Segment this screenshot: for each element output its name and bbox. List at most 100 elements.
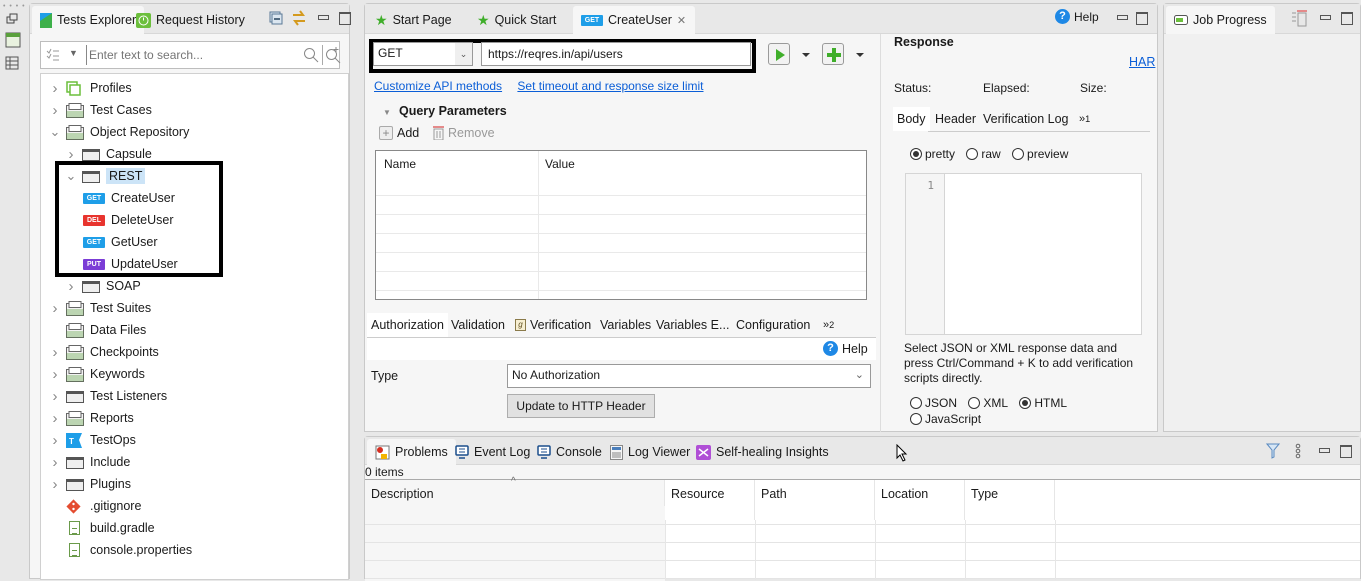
har-link[interactable]: HAR	[1129, 55, 1155, 69]
tree-item[interactable]: › Plugins	[49, 474, 132, 494]
tree-item[interactable]: › Include	[49, 452, 131, 472]
advanced-search-icon[interactable]	[325, 46, 341, 64]
column-header-resource[interactable]: Resource	[665, 480, 755, 520]
table-row[interactable]	[376, 214, 866, 215]
maximize-button[interactable]	[1341, 12, 1353, 25]
tree-item[interactable]: › Keywords	[49, 364, 145, 384]
chevron-right-icon[interactable]: ›	[49, 344, 61, 361]
add-param-button[interactable]: + Add	[379, 126, 419, 140]
update-http-header-button[interactable]: Update to HTTP Header	[507, 394, 655, 418]
column-header-location[interactable]: Location	[875, 480, 965, 520]
column-header-value[interactable]: Value	[545, 157, 575, 171]
chevron-right-icon[interactable]: ›	[49, 300, 61, 317]
radio-json[interactable]: JSON	[910, 396, 957, 410]
subtab-variables[interactable]: Variables	[596, 313, 655, 337]
subtab-overflow[interactable]: » 2	[819, 313, 838, 337]
link-with-editor-icon[interactable]	[291, 9, 307, 27]
chevron-right-icon[interactable]: ›	[49, 388, 61, 405]
subtab-verification[interactable]: g Verification	[511, 313, 595, 337]
chevron-right-icon[interactable]: ›	[49, 454, 61, 471]
maximize-button[interactable]	[1136, 12, 1148, 25]
radio-raw[interactable]: raw	[966, 147, 1001, 161]
response-body-editor[interactable]: 1	[905, 173, 1142, 335]
filter-dropdown-icon[interactable]: ▼	[69, 48, 78, 58]
tab-job-progress[interactable]: Job Progress	[1166, 6, 1275, 34]
response-tab-verification-log[interactable]: Verification Log	[979, 107, 1072, 131]
collapse-triangle-icon[interactable]: ▼	[383, 108, 391, 117]
tab-request-history[interactable]: Request History	[128, 6, 253, 34]
maximize-button[interactable]	[1340, 445, 1352, 458]
response-tab-header[interactable]: Header	[931, 107, 980, 131]
tree-item[interactable]: › SOAP	[65, 276, 141, 296]
tree-item[interactable]: Data Files	[49, 320, 146, 340]
minimize-button[interactable]	[1319, 12, 1331, 24]
tree-item[interactable]: › Profiles	[49, 78, 132, 98]
response-tab-overflow[interactable]: » 1	[1075, 107, 1094, 131]
radio-javascript[interactable]: JavaScript	[910, 412, 981, 426]
tab-console[interactable]: Console	[529, 439, 610, 465]
url-input[interactable]: https://reqres.in/api/users	[481, 42, 751, 66]
method-select[interactable]: GET ⌄	[373, 42, 473, 66]
tree-item[interactable]: build.gradle	[49, 518, 155, 538]
help-button[interactable]: ? Help	[1055, 9, 1099, 24]
tree-item[interactable]: › Test Suites	[49, 298, 152, 318]
radio-preview[interactable]: preview	[1012, 147, 1068, 161]
table-row[interactable]	[365, 524, 1360, 525]
column-header-name[interactable]: Name	[384, 157, 416, 171]
restore-icon[interactable]	[5, 12, 19, 26]
subtab-configuration[interactable]: Configuration	[732, 313, 814, 337]
table-row[interactable]	[376, 271, 866, 272]
chevron-right-icon[interactable]: ›	[49, 410, 61, 427]
chevron-right-icon[interactable]: ›	[49, 80, 61, 97]
tab-self-healing-insights[interactable]: Self-healing Insights	[688, 439, 837, 465]
set-timeout-link[interactable]: Set timeout and response size limit	[517, 79, 703, 93]
minimize-button[interactable]	[1318, 445, 1330, 457]
table-icon[interactable]	[5, 56, 19, 70]
trim-grip[interactable]: • • • •	[3, 3, 26, 10]
column-header-type[interactable]: Type	[965, 480, 1055, 520]
remove-param-button[interactable]: Remove	[433, 126, 495, 140]
add-dropdown-icon[interactable]	[856, 53, 864, 57]
table-row[interactable]	[376, 290, 866, 291]
chevron-right-icon[interactable]: ›	[65, 278, 77, 295]
table-row[interactable]	[365, 560, 1360, 561]
table-row[interactable]	[365, 542, 1360, 543]
search-input[interactable]	[89, 46, 299, 64]
tree-item[interactable]: › Test Cases	[49, 100, 152, 120]
chevron-right-icon[interactable]: ›	[49, 432, 61, 449]
run-button[interactable]	[768, 43, 790, 65]
clear-jobs-icon[interactable]	[1292, 9, 1308, 27]
radio-xml[interactable]: XML	[968, 396, 1008, 410]
tab-problems[interactable]: Problems	[367, 439, 456, 465]
tree-item[interactable]: console.properties	[49, 540, 192, 560]
subtab-validation[interactable]: Validation	[447, 313, 509, 337]
chevron-right-icon[interactable]: ›	[65, 146, 77, 163]
chevron-right-icon[interactable]: ›	[49, 366, 61, 383]
minimize-button[interactable]	[317, 12, 329, 24]
auth-type-select[interactable]: No Authorization ⌄	[507, 364, 871, 388]
filter-list-icon[interactable]	[46, 48, 60, 62]
tab-quick-start[interactable]: ★ Quick Start	[469, 6, 564, 34]
table-row[interactable]	[376, 252, 866, 253]
tree-item[interactable]: › Reports	[49, 408, 134, 428]
collapse-all-icon[interactable]	[269, 11, 283, 25]
tab-createuser[interactable]: GET CreateUser ✕	[573, 6, 695, 34]
keywords-icon[interactable]	[5, 32, 21, 48]
tab-event-log[interactable]: Event Log	[447, 439, 538, 465]
tree-item[interactable]: › T TestOps	[49, 430, 136, 450]
filter-icon[interactable]	[1266, 443, 1280, 459]
run-dropdown-icon[interactable]	[802, 53, 810, 57]
auth-help-button[interactable]: ? Help	[823, 341, 868, 356]
table-row[interactable]	[376, 195, 866, 196]
tree-item[interactable]: .gitignore	[49, 496, 141, 516]
tree-item[interactable]: › Checkpoints	[49, 342, 159, 362]
add-button[interactable]	[822, 43, 844, 65]
chevron-right-icon[interactable]: ›	[49, 102, 61, 119]
radio-pretty[interactable]: pretty	[910, 147, 955, 161]
chevron-down-icon[interactable]: ⌄	[49, 124, 61, 140]
search-icon[interactable]	[303, 47, 319, 63]
tree-item[interactable]: › Test Listeners	[49, 386, 168, 406]
column-header-path[interactable]: Path	[755, 480, 875, 520]
table-row[interactable]	[376, 233, 866, 234]
tree-item[interactable]: ⌄ Object Repository	[49, 122, 189, 142]
